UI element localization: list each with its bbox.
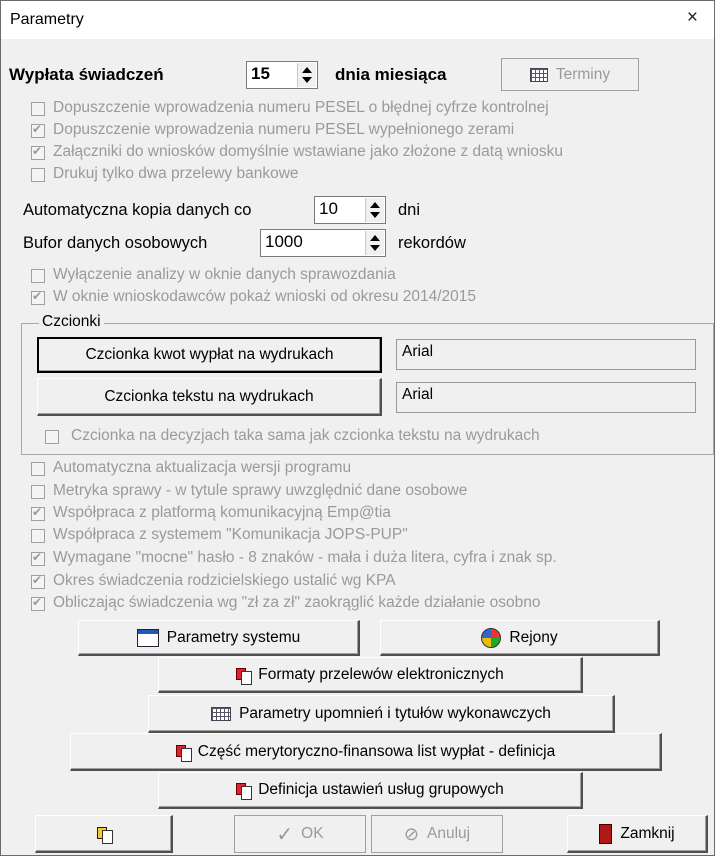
cancel-button[interactable]: ⊘ Anuluj	[371, 815, 503, 853]
checkbox[interactable]	[31, 529, 45, 543]
spinner-arrows-icon[interactable]	[365, 231, 384, 255]
close-icon[interactable]: ×	[687, 7, 698, 29]
system-params-label: Parametry systemu	[166, 628, 301, 646]
font-amounts-field[interactable]: Arial	[396, 339, 696, 370]
window-title: Parametry	[10, 11, 84, 28]
calendar-grid-icon	[529, 67, 548, 82]
exit-door-icon	[599, 823, 613, 844]
backup-value: 10	[319, 199, 338, 218]
spinner-arrows-icon[interactable]	[365, 198, 384, 222]
group-services-label: Definicja ustawień usług grupowych	[258, 781, 504, 798]
close-button[interactable]: Zamknij	[567, 815, 708, 853]
backup-label: Automatyczna kopia danych co	[23, 201, 252, 219]
fonts-group-label: Czcionki	[39, 313, 104, 331]
buffer-label: Bufor danych osobowych	[23, 234, 208, 252]
check-label: Dopuszczenie wprowadzenia numeru PESEL o…	[53, 99, 549, 116]
payment-label-after: dnia miesiąca	[335, 65, 447, 84]
buffer-value: 1000	[265, 232, 303, 251]
check-label: Wymagane "mocne" hasło - 8 znaków - mała…	[53, 549, 557, 566]
check-label: Metryka sprawy - w tytule sprawy uwzględ…	[53, 482, 468, 499]
font-text-button[interactable]: Czcionka tekstu na wydrukach	[37, 378, 382, 416]
font-amounts-button[interactable]: Czcionka kwot wypłat na wydrukach	[37, 337, 382, 373]
check-label: Automatyczna aktualizacja wersji program…	[53, 459, 352, 476]
no-entry-icon: ⊘	[403, 823, 419, 844]
documents-icon	[236, 781, 253, 800]
checkbox[interactable]	[31, 269, 45, 283]
terminy-label: Terminy	[555, 65, 611, 83]
backup-spinner[interactable]: 10	[314, 196, 386, 224]
buffer-spinner[interactable]: 1000	[260, 229, 386, 257]
checkbox[interactable]	[31, 122, 45, 138]
checkbox[interactable]	[31, 550, 45, 566]
backup-unit: dni	[398, 201, 421, 219]
payment-day-value: 15	[251, 64, 270, 83]
check-label: Dopuszczenie wprowadzenia numeru PESEL w…	[53, 121, 515, 138]
checkbox[interactable]	[31, 102, 45, 116]
tool-button[interactable]	[35, 815, 173, 853]
reminder-params-label: Parametry upomnień i tytułów wykonawczyc…	[239, 704, 551, 722]
payroll-part-button[interactable]: Część merytoryczno-finansowa list wypłat…	[70, 733, 662, 771]
window-icon	[136, 628, 159, 647]
checkbox[interactable]	[45, 430, 59, 444]
font-text-field[interactable]: Arial	[396, 382, 696, 413]
checkbox[interactable]	[31, 144, 45, 160]
checkbox[interactable]	[31, 289, 45, 305]
font-amounts-label: Czcionka kwot wypłat na wydrukach	[85, 346, 334, 363]
documents-icon	[236, 666, 253, 685]
payment-label: Wypłata świadczeń	[9, 65, 164, 84]
check-label: Współpraca z systemem "Komunikacja JOPS-…	[53, 526, 408, 543]
ok-button[interactable]: ✓ OK	[234, 815, 366, 853]
checkbox[interactable]	[31, 485, 45, 499]
checkbox[interactable]	[31, 573, 45, 589]
check-label: Czcionka na decyzjach taka sama jak czci…	[71, 427, 540, 444]
checkbox[interactable]	[31, 595, 45, 611]
regions-button[interactable]: Rejony	[380, 620, 660, 656]
check-label: Drukuj tylko dwa przelewy bankowe	[53, 165, 299, 182]
payment-day-spinner[interactable]: 15	[246, 61, 318, 89]
terminy-button[interactable]: Terminy	[501, 58, 639, 91]
check-label: W oknie wnioskodawców pokaż wnioski od o…	[53, 288, 477, 305]
payroll-part-label: Część merytoryczno-finansowa list wypłat…	[197, 742, 556, 760]
parametry-dialog: Parametry × Wypłata świadczeń 15 dnia mi…	[0, 0, 715, 856]
edit-icon	[96, 825, 113, 844]
transfer-formats-button[interactable]: Formaty przelewów elektronicznych	[158, 657, 583, 693]
font-text-label: Czcionka tekstu na wydrukach	[104, 387, 314, 405]
table-icon	[211, 706, 232, 721]
check-label: Wyłączenie analizy w oknie danych sprawo…	[53, 266, 396, 283]
group-services-button[interactable]: Definicja ustawień usług grupowych	[158, 772, 583, 809]
checkbox[interactable]	[31, 462, 45, 476]
check-label: Obliczając świadczenia wg "zł za zł" zao…	[53, 594, 541, 611]
checkbox[interactable]	[31, 505, 45, 521]
checkbox[interactable]	[31, 168, 45, 182]
spinner-arrows-icon[interactable]	[297, 63, 316, 87]
cancel-label: Anuluj	[427, 825, 471, 842]
check-label: Współpraca z platformą komunikacyjną Emp…	[53, 504, 391, 521]
title-bar: Parametry ×	[1, 1, 714, 39]
buffer-unit: rekordów	[398, 234, 466, 252]
reminder-params-button[interactable]: Parametry upomnień i tytułów wykonawczyc…	[148, 695, 615, 733]
check-label: Załączniki do wniosków domyślnie wstawia…	[53, 143, 564, 160]
check-icon: ✓	[276, 823, 294, 846]
transfer-formats-label: Formaty przelewów elektronicznych	[258, 665, 504, 683]
world-icon	[481, 627, 502, 648]
system-params-button[interactable]: Parametry systemu	[78, 620, 360, 656]
close-label: Zamknij	[620, 824, 675, 842]
regions-label: Rejony	[509, 628, 558, 646]
ok-label: OK	[301, 825, 324, 842]
documents-icon	[175, 743, 192, 762]
check-label: Okres świadczenia rodzicielskiego ustali…	[53, 572, 396, 589]
